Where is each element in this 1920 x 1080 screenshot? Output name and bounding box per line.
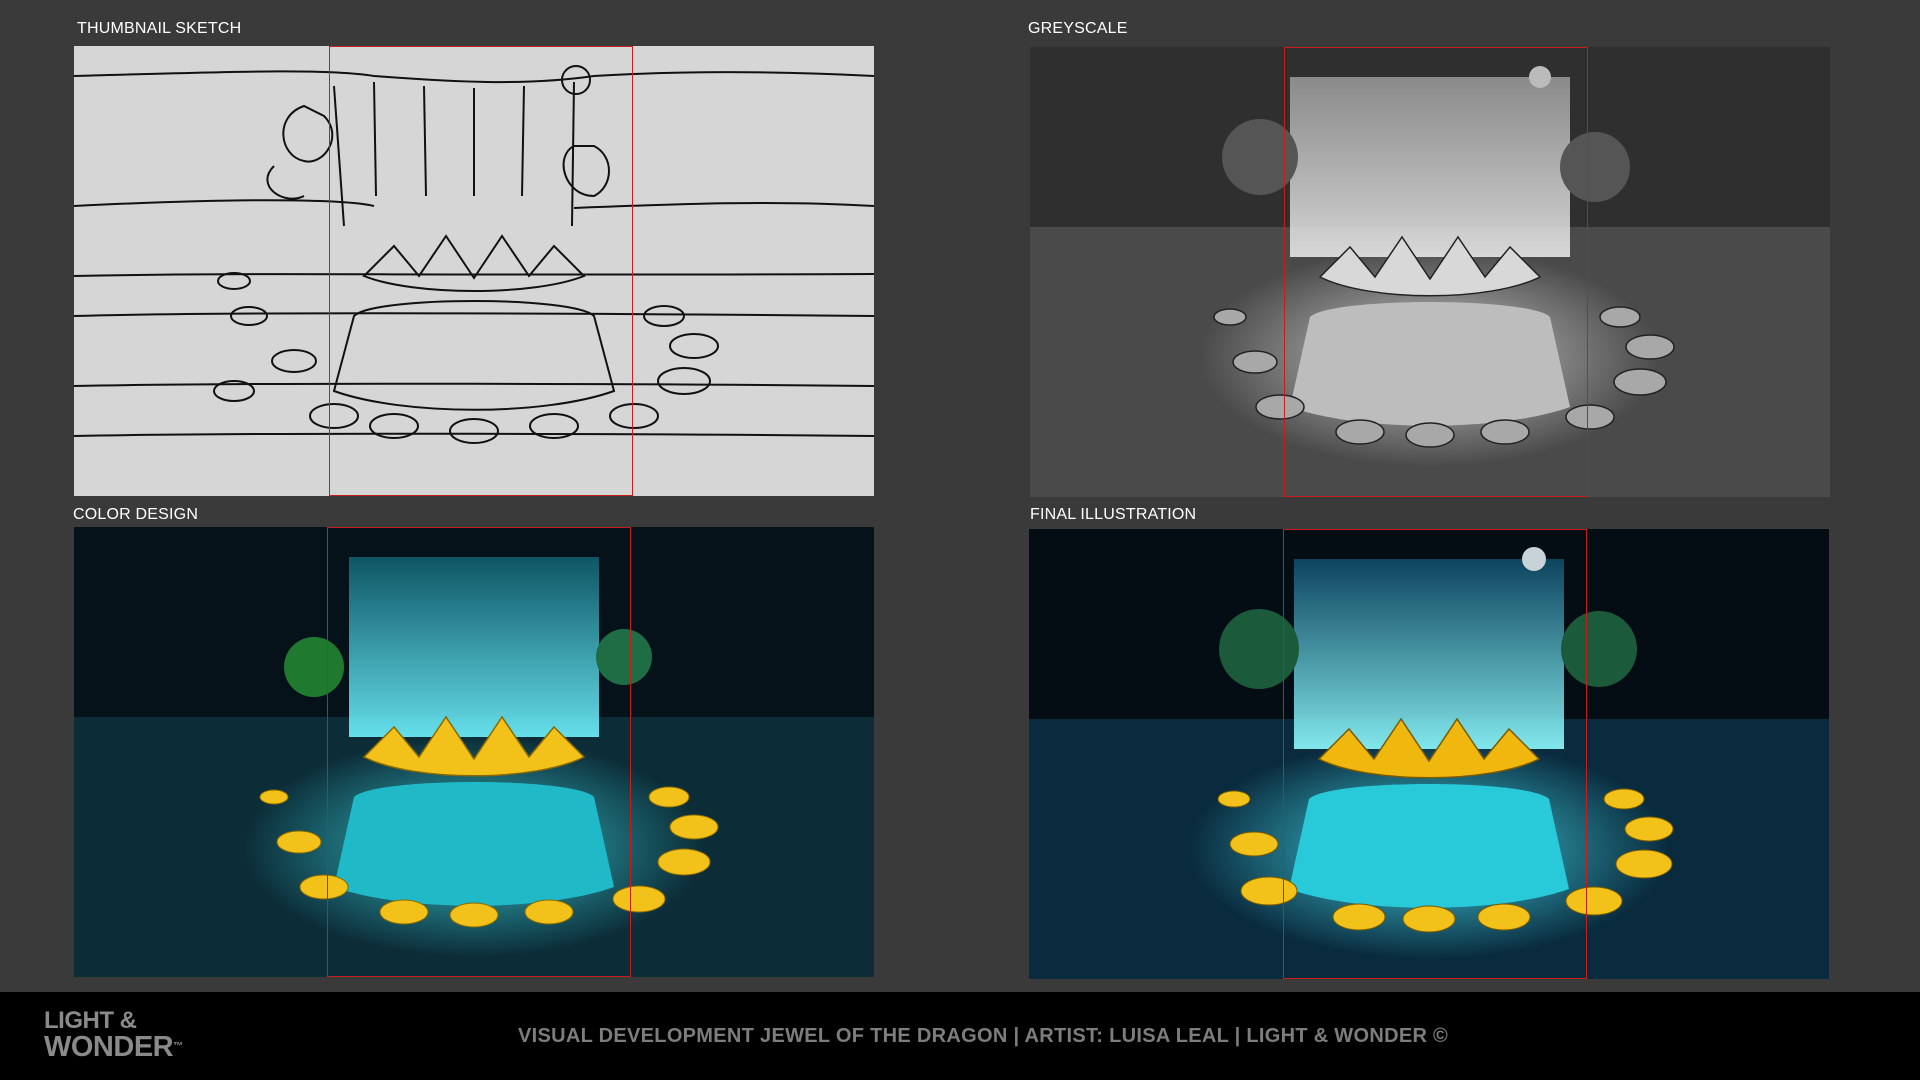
logo-line-2: WONDER™ <box>44 1031 183 1063</box>
logo-line-2-text: WONDER <box>44 1031 174 1063</box>
panel-label-final: FINAL ILLUSTRATION <box>1030 506 1197 523</box>
credits-text: VISUAL DEVELOPMENT JEWEL OF THE DRAGON |… <box>518 1025 1449 1047</box>
sketch-drawing <box>74 65 874 444</box>
thumbnail-sketch-image <box>74 46 874 496</box>
final-illustration-drawing <box>1029 529 1829 979</box>
final-illustration-image <box>1029 529 1829 979</box>
footer-bar: LIGHT & WONDER™ VISUAL DEVELOPMENT JEWEL… <box>0 992 1920 1080</box>
color-design-drawing <box>74 527 874 977</box>
trademark-mark: ™ <box>173 1041 183 1052</box>
panel-label-thumbnail: THUMBNAIL SKETCH <box>77 20 242 37</box>
panel-label-color: COLOR DESIGN <box>73 506 199 523</box>
light-and-wonder-logo: LIGHT & WONDER™ <box>44 1008 183 1063</box>
panel-label-greyscale: GREYSCALE <box>1028 20 1128 37</box>
greyscale-image <box>1030 47 1830 497</box>
greyscale-drawing <box>1030 47 1830 497</box>
color-design-image <box>74 527 874 977</box>
